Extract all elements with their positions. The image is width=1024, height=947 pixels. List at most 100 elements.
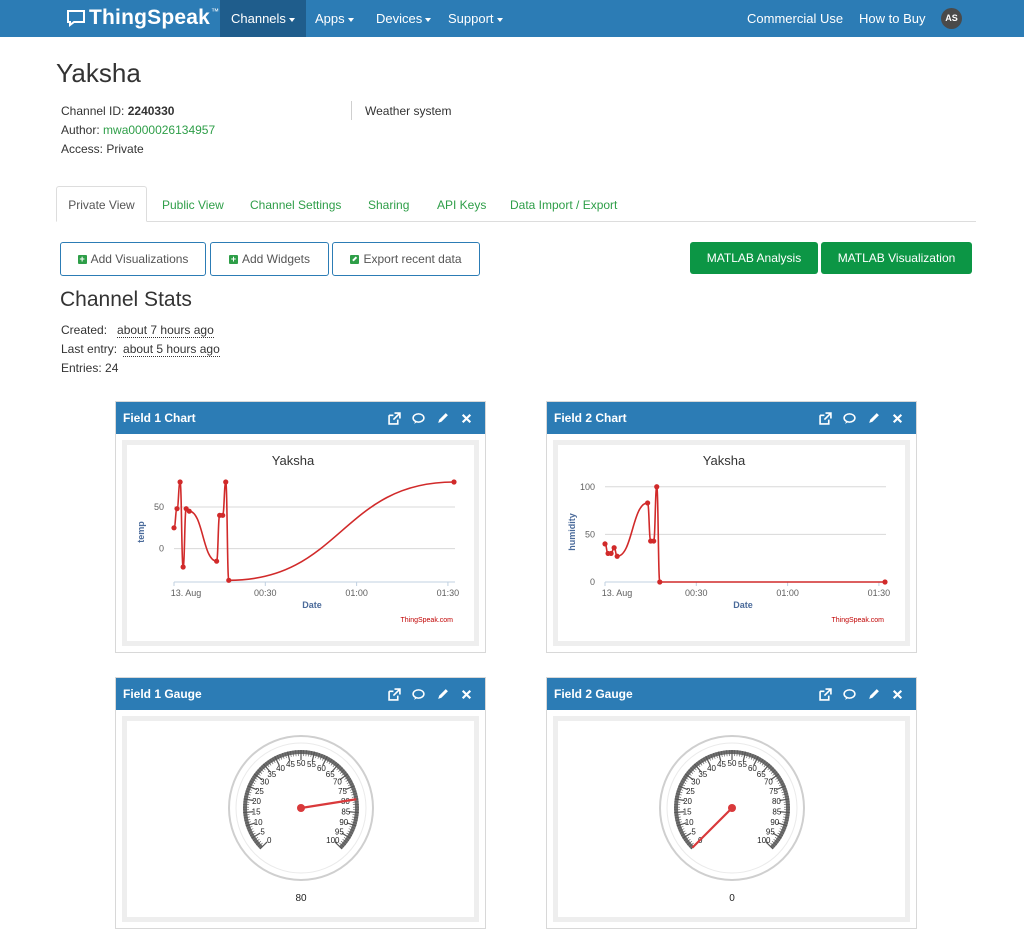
nav-commercial-use[interactable]: Commercial Use bbox=[736, 0, 854, 37]
gauge-tick-label: 90 bbox=[339, 818, 348, 827]
export-icon bbox=[350, 254, 360, 264]
y-tick-label: 50 bbox=[154, 502, 164, 512]
nav-how-to-buy[interactable]: How to Buy bbox=[848, 0, 936, 37]
gauge-tick-label: 15 bbox=[683, 808, 692, 817]
comment-icon[interactable] bbox=[843, 688, 856, 701]
gauge-tick-label: 90 bbox=[770, 818, 779, 827]
channel-author: Author: mwa0000026134957 bbox=[61, 123, 216, 137]
tab-api-keys[interactable]: API Keys bbox=[437, 198, 486, 212]
external-link-icon[interactable] bbox=[819, 687, 832, 701]
gauge-tick-label: 85 bbox=[341, 808, 350, 817]
logo-trademark: ™ bbox=[211, 6, 220, 16]
thingspeak-logo[interactable]: ThingSpeak ™ bbox=[66, 5, 219, 31]
x-tick-label: 13. Aug bbox=[171, 588, 202, 598]
gauge-major-tick bbox=[779, 811, 790, 814]
description-divider bbox=[351, 101, 352, 120]
field2-chart-widget: Field 2 Chart Yaksha 0 50 100 13. Aug 00:30 01… bbox=[546, 401, 917, 653]
pencil-icon[interactable] bbox=[436, 688, 449, 701]
widget-header: Field 2 Gauge bbox=[547, 678, 916, 710]
tab-sharing[interactable]: Sharing bbox=[368, 198, 409, 212]
data-point bbox=[608, 550, 614, 557]
widget-title: Field 1 Gauge bbox=[123, 687, 202, 701]
data-point bbox=[171, 525, 177, 531]
nav-apps[interactable]: Apps bbox=[304, 0, 365, 37]
close-icon[interactable] bbox=[891, 412, 904, 425]
widget-header: Field 1 Gauge bbox=[116, 678, 485, 710]
stat-last-entry: Last entry: about 5 hours ago bbox=[61, 342, 220, 357]
data-point bbox=[651, 538, 657, 544]
gauge-needle-hub bbox=[728, 804, 736, 812]
tab-channel-settings[interactable]: Channel Settings bbox=[250, 198, 341, 212]
close-icon[interactable] bbox=[891, 688, 904, 701]
export-recent-data-button[interactable]: Export recent data bbox=[332, 242, 480, 276]
add-visualizations-button[interactable]: + Add Visualizations bbox=[60, 242, 206, 276]
gauge-tick-label: 100 bbox=[757, 836, 771, 845]
x-tick-label: 01:00 bbox=[345, 588, 368, 598]
gauge-tick-label: 40 bbox=[707, 764, 716, 773]
comment-icon[interactable] bbox=[412, 412, 425, 425]
comment-icon[interactable] bbox=[412, 688, 425, 701]
gauge-tick-label: 15 bbox=[252, 808, 261, 817]
plus-icon: + bbox=[77, 253, 87, 264]
caret-down-icon bbox=[288, 17, 295, 22]
data-point bbox=[882, 579, 888, 585]
data-point bbox=[223, 479, 229, 485]
data-point bbox=[220, 512, 226, 518]
tab-data-import-export[interactable]: Data Import / Export bbox=[510, 198, 617, 212]
comment-icon[interactable] bbox=[843, 412, 856, 425]
widget-header: Field 2 Chart bbox=[547, 402, 916, 434]
tab-public-view[interactable]: Public View bbox=[162, 198, 224, 212]
widget-body: 0510152025303540455055606570758085909510… bbox=[553, 716, 910, 922]
x-tick-label: 01:30 bbox=[437, 588, 460, 598]
field2-gauge: 0510152025303540455055606570758085909510… bbox=[659, 735, 805, 904]
tab-private-view[interactable]: Private View bbox=[56, 186, 147, 222]
gauge-tick-label: 50 bbox=[728, 759, 737, 768]
external-link-icon[interactable] bbox=[388, 687, 401, 701]
chart-title: Yaksha bbox=[703, 453, 746, 468]
nav-devices[interactable]: Devices bbox=[365, 0, 442, 37]
data-point bbox=[180, 564, 186, 570]
data-point bbox=[177, 479, 183, 485]
gauge-tick-label: 0 bbox=[267, 836, 272, 845]
gauge-tick-label: 50 bbox=[297, 759, 306, 768]
field1-chart-widget: Field 1 Chart Yaksha 0 50 13. Aug 00:30 01:00… bbox=[115, 401, 486, 653]
pencil-icon[interactable] bbox=[867, 688, 880, 701]
external-link-icon[interactable] bbox=[819, 411, 832, 425]
top-navbar: ThingSpeak ™ Channels Apps Devices Suppo… bbox=[0, 0, 1024, 37]
data-point bbox=[226, 577, 232, 583]
widget-title: Field 2 Gauge bbox=[554, 687, 633, 701]
add-widgets-button[interactable]: + Add Widgets bbox=[210, 242, 329, 276]
matlab-analysis-button[interactable]: MATLAB Analysis bbox=[690, 242, 818, 274]
external-link-icon[interactable] bbox=[388, 411, 401, 425]
data-point bbox=[451, 479, 457, 485]
data-point bbox=[602, 541, 608, 547]
gauge-tick-label: 45 bbox=[286, 760, 295, 769]
data-point bbox=[645, 500, 651, 506]
y-tick-label: 0 bbox=[159, 544, 164, 554]
gauge-tick-label: 45 bbox=[717, 760, 726, 769]
user-avatar[interactable]: AS bbox=[941, 8, 962, 29]
gauge-needle-hub bbox=[297, 804, 305, 812]
data-point bbox=[174, 506, 180, 512]
channel-access: Access: Private bbox=[61, 142, 144, 156]
data-point bbox=[614, 553, 620, 559]
pencil-icon[interactable] bbox=[436, 412, 449, 425]
gauge-tick-label: 10 bbox=[685, 818, 694, 827]
nav-channels[interactable]: Channels bbox=[220, 0, 306, 37]
close-icon[interactable] bbox=[460, 412, 473, 425]
author-link[interactable]: mwa0000026134957 bbox=[103, 123, 215, 137]
y-tick-label: 100 bbox=[580, 482, 595, 492]
x-tick-label: 00:30 bbox=[685, 588, 708, 598]
gauge-tick-label: 20 bbox=[252, 797, 261, 806]
matlab-visualization-button[interactable]: MATLAB Visualization bbox=[821, 242, 972, 274]
widget-title: Field 1 Chart bbox=[123, 411, 196, 425]
channel-id: Channel ID: 2240330 bbox=[61, 104, 175, 118]
nav-support[interactable]: Support bbox=[437, 0, 514, 37]
channel-title: Yaksha bbox=[56, 58, 141, 88]
pencil-icon[interactable] bbox=[867, 412, 880, 425]
data-point bbox=[214, 558, 220, 564]
stat-created: Created: about 7 hours ago bbox=[61, 323, 214, 338]
logo-text: ThingSpeak bbox=[89, 6, 211, 29]
gauge-tick-label: 70 bbox=[764, 778, 773, 787]
close-icon[interactable] bbox=[460, 688, 473, 701]
